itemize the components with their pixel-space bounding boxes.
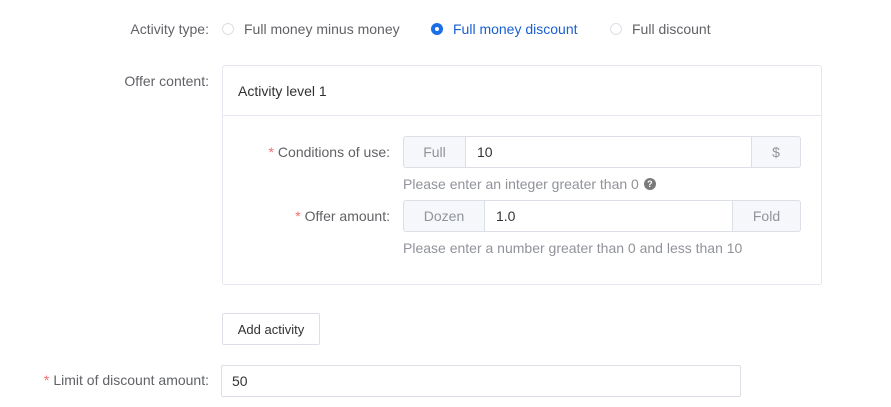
radio-full-money-discount[interactable]: Full money discount — [431, 21, 578, 37]
required-marker: * — [295, 208, 301, 224]
offer-content-label: Offer content: — [124, 73, 209, 89]
conditions-input-group: Full $ — [403, 136, 801, 168]
radio-unchecked-icon — [610, 23, 622, 35]
offer-amount-input[interactable] — [484, 200, 733, 232]
conditions-of-use-label: * Conditions of use: — [268, 144, 390, 160]
radio-checked-icon — [431, 23, 443, 35]
conditions-label-text: Conditions of use: — [277, 144, 390, 160]
offer-amount-hint-text: Please enter a number greater than 0 and… — [403, 240, 743, 256]
radio-full-discount[interactable]: Full discount — [610, 21, 711, 37]
conditions-prefix: Full — [403, 136, 465, 168]
radio-label: Full money discount — [453, 21, 578, 37]
question-circle-icon[interactable]: ? — [643, 178, 656, 190]
offer-amount-input-group: Dozen Fold — [403, 200, 801, 232]
radio-label: Full discount — [632, 21, 711, 37]
conditions-suffix: $ — [752, 136, 801, 168]
offer-amount-prefix: Dozen — [403, 200, 484, 232]
radio-full-money-minus-money[interactable]: Full money minus money — [222, 21, 400, 37]
activity-type-label: Activity type: — [130, 21, 209, 37]
offer-amount-label: * Offer amount: — [295, 208, 390, 224]
required-marker: * — [268, 144, 274, 160]
offer-amount-suffix: Fold — [733, 200, 801, 232]
add-activity-button[interactable]: Add activity — [222, 313, 320, 345]
required-marker: * — [43, 372, 50, 388]
limit-label-text: Limit of discount amount: — [53, 372, 209, 388]
conditions-hint: Please enter an integer greater than 0 ? — [403, 176, 656, 192]
radio-unchecked-icon — [222, 23, 234, 35]
offer-amount-hint: Please enter a number greater than 0 and… — [403, 240, 742, 256]
offer-amount-label-text: Offer amount: — [304, 208, 390, 224]
limit-label: * Limit of discount amount: — [44, 372, 209, 388]
limit-input[interactable] — [221, 365, 741, 397]
conditions-input[interactable] — [465, 136, 752, 168]
activity-level-title: Activity level 1 — [223, 66, 821, 116]
radio-label: Full money minus money — [244, 21, 400, 37]
conditions-hint-text: Please enter an integer greater than 0 — [403, 176, 639, 192]
